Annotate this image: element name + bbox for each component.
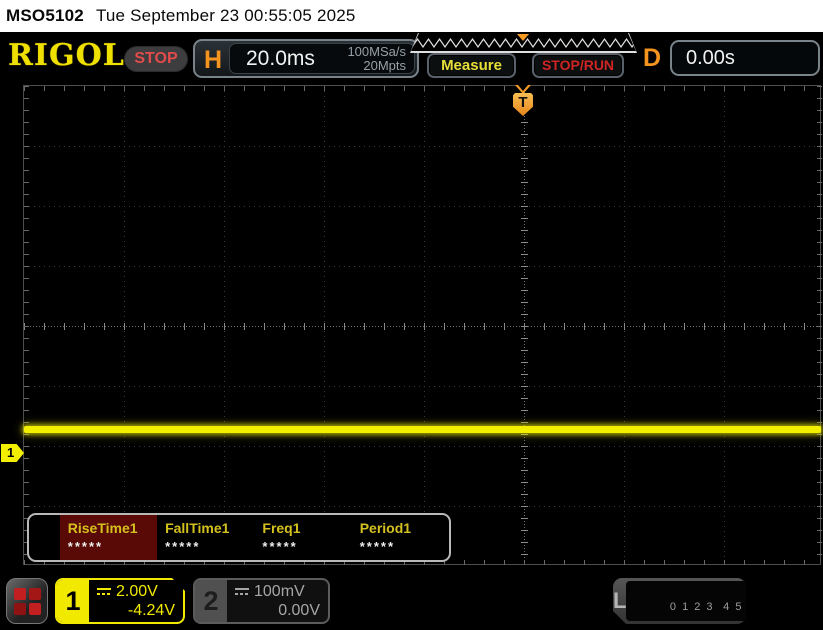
dc-coupling-icon [97, 588, 111, 596]
channel1-offset-marker[interactable]: 1 [1, 444, 24, 462]
measurement-panel: RiseTime1 ***** FallTime1 ***** Freq1 **… [27, 513, 451, 562]
delay-value-box: 0.00s [670, 40, 820, 76]
channel2-badge[interactable]: 2 100mV 0.00V [193, 578, 330, 624]
channel1-badge[interactable]: 1 2.00V -4.24V [55, 578, 185, 624]
waveform-overview-bg [411, 33, 636, 51]
date-time: Tue September 23 00:55:05 2025 [96, 6, 356, 26]
sample-rate: 100MSa/s [347, 44, 406, 59]
horizontal-h-icon: H [204, 46, 222, 75]
status-bar: MSO5102 Tue September 23 00:55:05 2025 [0, 0, 823, 32]
channel1-offset: -4.24V [97, 602, 175, 620]
channel1-scale: 2.00V [116, 583, 158, 601]
horizontal-settings-button[interactable]: H 20.0ms 100MSa/s 20Mpts [193, 39, 419, 78]
dc-coupling-icon [235, 588, 249, 596]
measure-button[interactable]: Measure [427, 53, 516, 78]
channel1-number: 1 [57, 580, 89, 622]
delay-settings-button[interactable]: D 0.00s [634, 39, 822, 78]
measurement-label: RiseTime1 [68, 520, 157, 536]
measurement-label: FallTime1 [165, 520, 254, 536]
memory-depth: 20Mpts [363, 58, 406, 73]
model-name: MSO5102 [6, 6, 84, 26]
channel2-offset: 0.00V [235, 602, 320, 620]
logic-row1: 0 1 2 3 4 5 6 7 [670, 601, 767, 613]
timebase-value: 20.0ms [246, 47, 315, 71]
graticule [23, 85, 821, 565]
waveform-display-area: T 1 RiseTime1 ***** FallTime1 ***** Freq… [0, 85, 823, 565]
measurement-value: ***** [165, 539, 254, 554]
measurement-label: Freq1 [262, 520, 351, 536]
measurement-item-freq[interactable]: Freq1 ***** [254, 515, 351, 560]
waveform-overview-strip[interactable] [410, 33, 637, 53]
channel2-number: 2 [195, 580, 227, 622]
stop-run-button[interactable]: STOP/RUN [532, 53, 624, 78]
measurement-value: ***** [262, 539, 351, 554]
measurement-value: ***** [68, 539, 157, 554]
grid-icon [14, 588, 26, 600]
rigol-logo: RIGOL [8, 41, 125, 71]
delay-d-icon: D [643, 44, 661, 73]
timebase-box: 20.0ms 100MSa/s 20Mpts [229, 43, 415, 74]
acquisition-info: 100MSa/s 20Mpts [347, 45, 406, 73]
oscilloscope-screen: MSO5102 Tue September 23 00:55:05 2025 R… [0, 0, 823, 630]
run-state-badge: STOP [124, 46, 188, 72]
delay-value: 0.00s [686, 47, 735, 70]
toolbar: RIGOL STOP H 20.0ms 100MSa/s 20Mpts Meas… [0, 32, 823, 85]
measurement-label: Period1 [360, 520, 449, 536]
logic-channels-badge[interactable]: L 0 1 2 3 4 5 6 7 8 9 1011 12131415 [613, 578, 746, 624]
logic-l-icon: L [613, 578, 626, 624]
channel1-trace [24, 426, 821, 433]
measurement-item-risetime[interactable]: RiseTime1 ***** [60, 515, 157, 560]
measurement-item-period[interactable]: Period1 ***** [352, 515, 449, 560]
windows-menu-button[interactable] [6, 578, 48, 624]
bottom-bar: 1 2.00V -4.24V 2 100mV 0.00V L [0, 565, 823, 630]
overview-trigger-position-icon[interactable] [517, 34, 529, 41]
measurement-value: ***** [360, 539, 449, 554]
measurement-item-falltime[interactable]: FallTime1 ***** [157, 515, 254, 560]
channel2-scale: 100mV [254, 583, 305, 601]
